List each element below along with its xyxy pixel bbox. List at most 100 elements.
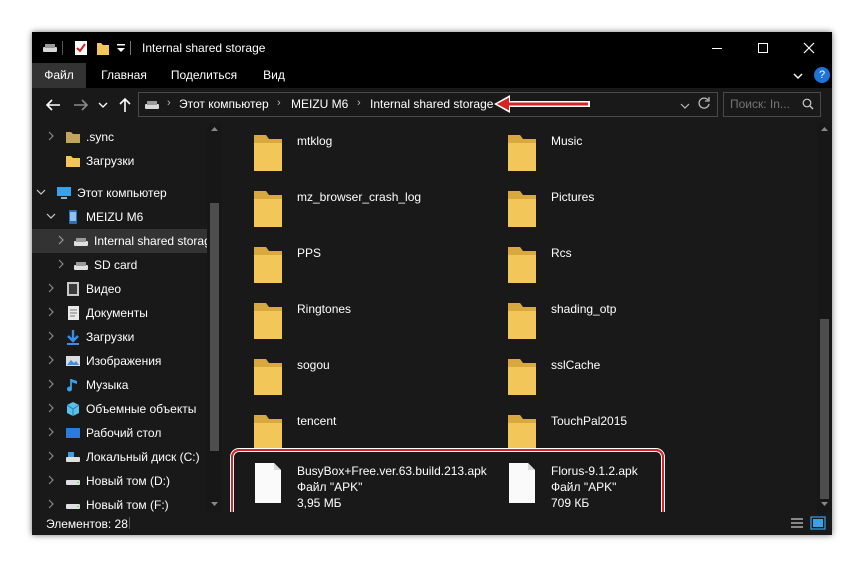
- sidebar-item-local-disk-c[interactable]: Локальный диск (C:): [32, 445, 207, 469]
- chevron-right-icon[interactable]: [46, 307, 56, 317]
- chevron-down-icon[interactable]: [36, 187, 46, 197]
- content-scroll-thumb[interactable]: [820, 319, 829, 499]
- address-bar[interactable]: › Этот компьютер › MEIZU M6 › Internal s…: [138, 92, 718, 117]
- chevron-right-icon: ›: [277, 97, 281, 109]
- chevron-right-icon[interactable]: [46, 331, 56, 341]
- folder-icon: [66, 132, 80, 143]
- folder-icon: [508, 135, 536, 171]
- scroll-down-icon[interactable]: [820, 501, 829, 507]
- maximize-button[interactable]: [740, 32, 786, 63]
- sidebar-item-this-pc[interactable]: Этот компьютер: [32, 181, 207, 205]
- sidebar-item-downloads[interactable]: Загрузки: [32, 325, 207, 349]
- chevron-right-icon[interactable]: [46, 283, 56, 293]
- address-dropdown-icon[interactable]: [680, 98, 690, 116]
- close-button[interactable]: [786, 32, 832, 63]
- new-folder-icon[interactable]: [96, 40, 110, 56]
- sidebar-item-label: Этот компьютер: [77, 186, 167, 200]
- search-icon[interactable]: [802, 97, 814, 115]
- title-bar: Internal shared storage: [32, 32, 832, 63]
- sidebar-item-label: Изображения: [86, 354, 162, 368]
- chevron-right-icon[interactable]: [46, 355, 56, 365]
- tab-view[interactable]: Вид: [254, 63, 294, 88]
- large-icons-view-icon[interactable]: [810, 515, 826, 535]
- sidebar-item-internal-storage[interactable]: Internal shared storage: [32, 229, 207, 253]
- help-icon[interactable]: ?: [814, 67, 830, 83]
- properties-icon[interactable]: [74, 40, 88, 56]
- sidebar-item-video[interactable]: Видео: [32, 277, 207, 301]
- sidebar-item-downloads-quick[interactable]: Загрузки: [32, 149, 207, 173]
- chevron-right-icon[interactable]: [46, 131, 56, 141]
- desktop-icon: [66, 428, 80, 438]
- item-count: Элементов: 28: [46, 517, 128, 531]
- sidebar-item-label: Загрузки: [86, 330, 135, 344]
- download-icon: [67, 330, 79, 345]
- pictures-icon: [66, 356, 80, 366]
- sidebar-scroll-thumb[interactable]: [210, 203, 219, 451]
- sidebar-item-label: Новый том (D:): [86, 474, 170, 488]
- drive-icon: [74, 262, 88, 270]
- scroll-up-icon[interactable]: [210, 126, 219, 132]
- sidebar-item-sd-card[interactable]: SD card: [32, 253, 207, 277]
- scroll-down-icon[interactable]: [210, 501, 219, 507]
- chevron-right-icon[interactable]: [46, 403, 56, 413]
- chevron-right-icon[interactable]: [46, 499, 56, 509]
- sidebar-item-label: Загрузки: [86, 154, 135, 168]
- chevron-right-icon[interactable]: [46, 451, 56, 461]
- drive-icon: [42, 40, 58, 56]
- computer-icon: [57, 187, 71, 199]
- sidebar-item-documents[interactable]: Документы: [32, 301, 207, 325]
- chevron-right-icon[interactable]: [46, 475, 56, 485]
- chevron-right-icon[interactable]: [56, 259, 66, 269]
- breadcrumb-this-pc[interactable]: Этот компьютер: [179, 97, 269, 111]
- sidebar-item-meizu-m6[interactable]: MEIZU M6: [32, 205, 207, 229]
- sidebar-item-music[interactable]: Музыка: [32, 373, 207, 397]
- folder-name: shading_otp: [551, 302, 617, 316]
- scroll-up-icon[interactable]: [820, 126, 829, 132]
- recent-locations-button[interactable]: [94, 96, 112, 114]
- sidebar-item-label: SD card: [94, 258, 138, 272]
- back-button[interactable]: [44, 96, 62, 114]
- sidebar-item-label: Музыка: [86, 378, 129, 392]
- content-scrollbar[interactable]: [817, 123, 832, 512]
- folder-icon: [254, 359, 282, 395]
- folder-name: sogou: [297, 358, 330, 372]
- sidebar-item-label: MEIZU M6: [86, 210, 144, 224]
- chevron-right-icon[interactable]: [46, 427, 56, 437]
- expand-ribbon-icon[interactable]: [792, 69, 804, 87]
- folder-icon: [508, 191, 536, 227]
- status-bar: Элементов: 28: [32, 512, 832, 535]
- breadcrumb-meizu-m6[interactable]: MEIZU M6: [291, 97, 348, 111]
- 3d-objects-icon: [66, 402, 80, 416]
- up-button[interactable]: [116, 96, 134, 114]
- annotation-highlight-box: [231, 449, 664, 521]
- tab-file[interactable]: Файл: [32, 63, 86, 88]
- sidebar-item-3d-objects[interactable]: Объемные объекты: [32, 397, 207, 421]
- sidebar-item-label: Документы: [86, 306, 148, 320]
- customize-quick-access-icon[interactable]: [116, 40, 126, 56]
- refresh-button[interactable]: [697, 95, 711, 116]
- sidebar-item-volume-d[interactable]: Новый том (D:): [32, 469, 207, 493]
- search-input[interactable]: [730, 96, 800, 112]
- chevron-right-icon[interactable]: [56, 235, 66, 245]
- explorer-window: Internal shared storage Файл Главная Под…: [32, 32, 832, 535]
- chevron-down-icon[interactable]: [46, 211, 56, 221]
- chevron-right-icon[interactable]: [46, 379, 56, 389]
- details-view-icon[interactable]: [790, 516, 804, 535]
- tab-share[interactable]: Поделиться: [164, 63, 244, 88]
- sidebar-item-sync[interactable]: .sync: [32, 125, 207, 149]
- sidebar-item-desktop[interactable]: Рабочий стол: [32, 421, 207, 445]
- folder-name: mtklog: [297, 134, 333, 148]
- breadcrumb-internal-storage[interactable]: Internal shared storage: [370, 97, 493, 111]
- sidebar-item-volume-f[interactable]: Новый том (F:): [32, 493, 207, 512]
- search-box[interactable]: [723, 92, 821, 117]
- forward-button[interactable]: [72, 96, 90, 114]
- folder-icon: [254, 135, 282, 171]
- tab-home[interactable]: Главная: [92, 63, 156, 88]
- folder-name: sslCache: [551, 358, 601, 372]
- sidebar-item-pictures[interactable]: Изображения: [32, 349, 207, 373]
- drive-icon: [144, 98, 160, 116]
- folder-name: Pictures: [551, 190, 595, 204]
- minimize-button[interactable]: [694, 32, 740, 63]
- sidebar-scrollbar[interactable]: [207, 123, 222, 512]
- chevron-right-icon: ›: [167, 97, 171, 109]
